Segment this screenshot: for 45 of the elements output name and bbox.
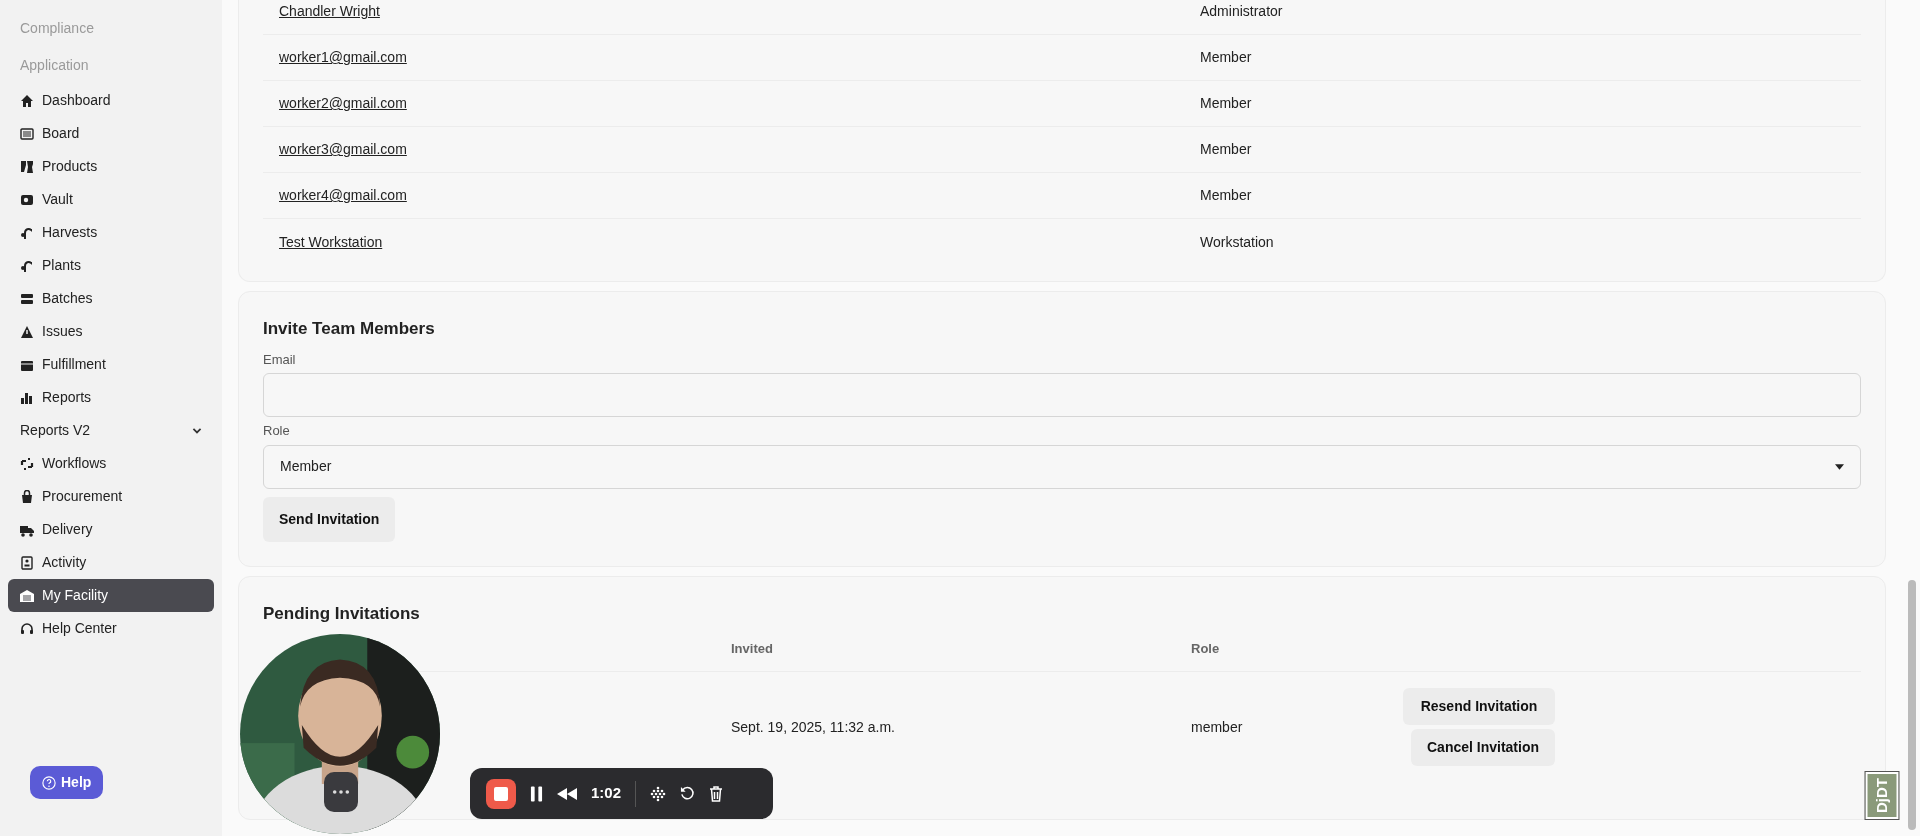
column-header: Role	[1191, 639, 1220, 658]
section-heading: Application	[19, 56, 90, 75]
sidebar-item[interactable]: Activity	[8, 546, 214, 579]
sidebar-item[interactable]: Board	[8, 117, 214, 150]
sidebar-item[interactable]: My Facility	[8, 579, 214, 612]
table-cell-text: Sept. 19, 2025, 11:32 a.m.	[731, 717, 896, 737]
cancel-button[interactable]: Cancel Invitation	[1411, 729, 1556, 766]
sidebar-item[interactable]: Workflows	[8, 447, 214, 480]
resend-button[interactable]: Resend Invitation	[1403, 688, 1556, 725]
sidebar-item[interactable]: Fulfillment	[8, 348, 214, 381]
member-link[interactable]: Test Workstation	[279, 233, 383, 250]
sidebar-item[interactable]: Vault	[8, 183, 214, 216]
table-cell-text: Administrator	[1200, 2, 1283, 21]
table-cell-text: member	[1191, 717, 1244, 737]
table-cell-text: Member	[1200, 186, 1252, 205]
member-link[interactable]: worker4@gmail.com	[279, 187, 407, 203]
sidebar-item[interactable]: Procurement	[8, 480, 214, 513]
sidebar-item[interactable]: Help Center	[8, 612, 214, 645]
help-button[interactable]: Help	[30, 766, 104, 799]
timer: 1:02	[591, 783, 622, 804]
section-heading: Compliance	[19, 19, 95, 38]
sidebar-item[interactable]: Plants	[8, 249, 214, 282]
section-title: Invite Team Members	[263, 318, 436, 340]
table-cell-text: Member	[1200, 48, 1252, 67]
sidebar-item[interactable]: Delivery	[8, 513, 214, 546]
member-link[interactable]: worker3@gmail.com	[279, 141, 407, 157]
table-cell-text: Member	[1200, 94, 1252, 113]
field-label: Email	[263, 350, 297, 369]
sidebar-item[interactable]: Batches	[8, 282, 214, 315]
sidebar-item[interactable]: Harvests	[8, 216, 214, 249]
column-header: Invited	[731, 639, 774, 658]
sidebar-item[interactable]: Issues	[8, 315, 214, 348]
send-invitation-button[interactable]: Send Invitation	[263, 496, 396, 542]
role-select[interactable]: Member	[263, 444, 1861, 489]
field-label: Role	[263, 422, 291, 440]
table-cell-text: Workstation	[1200, 232, 1274, 252]
member-link[interactable]: Chandler Wright	[279, 3, 380, 19]
sidebar-item[interactable]: Dashboard	[8, 84, 214, 117]
sidebar-item[interactable]: Reports	[8, 381, 214, 414]
member-link[interactable]: worker1@gmail.com	[279, 49, 407, 65]
section-title: Pending Invitations	[263, 602, 421, 625]
sidebar-item[interactable]: Products	[8, 150, 214, 183]
sidebar-item[interactable]: Reports V2	[8, 414, 214, 447]
table-cell-text: Member	[1200, 140, 1252, 159]
member-link[interactable]: worker2@gmail.com	[279, 95, 407, 111]
